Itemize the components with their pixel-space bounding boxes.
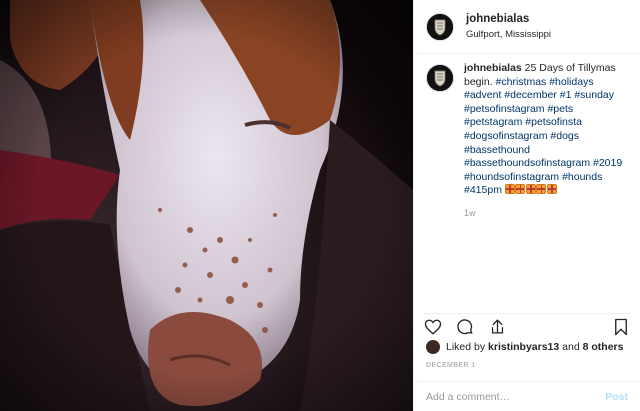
gift-icon [546, 184, 557, 195]
liker-avatar[interactable] [426, 340, 440, 354]
shield-logo-icon [427, 65, 453, 91]
likes-summary: Liked by kristinbyars13 and 8 others [426, 340, 623, 354]
header-username[interactable]: johnebialas [466, 13, 551, 27]
likes-others[interactable]: 8 others [583, 341, 624, 353]
bookmark-icon [615, 318, 627, 335]
likes-and: and [562, 341, 580, 353]
post-photo[interactable] [0, 0, 413, 411]
likes-user[interactable]: kristinbyars13 [488, 341, 559, 353]
heart-icon [424, 319, 442, 335]
caption-hashtags[interactable]: #christmas #holidays #advent #december #… [464, 76, 622, 197]
save-button[interactable] [610, 316, 632, 338]
gift-icon [536, 184, 547, 195]
gift-icon [525, 184, 536, 195]
comment-box: Post [414, 381, 640, 411]
caption-text-block: johnebialas 25 Days of Tillymas begin. #… [464, 62, 632, 198]
speech-bubble-icon [457, 318, 473, 334]
caption-avatar[interactable] [426, 64, 454, 92]
time-ago[interactable]: 1w [464, 208, 632, 218]
comments-area: johnebialas 25 Days of Tillymas begin. #… [426, 62, 632, 218]
post-comment-button[interactable]: Post [605, 391, 628, 403]
comment-button[interactable] [454, 316, 476, 338]
avatar[interactable] [426, 12, 454, 41]
caption-username[interactable]: johnebialas [464, 62, 522, 74]
post-date[interactable]: DECEMBER 1 [426, 362, 476, 369]
instagram-post: johnebialas Gulfport, Mississippi johneb… [0, 0, 640, 411]
header-meta: johnebialas Gulfport, Mississippi [466, 13, 551, 40]
post-sidebar: johnebialas Gulfport, Mississippi johneb… [413, 0, 640, 411]
shield-logo-icon [427, 13, 453, 40]
gift-icon [515, 184, 526, 195]
like-button[interactable] [422, 316, 444, 338]
caption-row: johnebialas 25 Days of Tillymas begin. #… [426, 62, 632, 198]
gift-emojis [504, 184, 558, 196]
likes-prefix: Liked by [446, 341, 486, 353]
paper-plane-icon [491, 319, 503, 334]
header-location[interactable]: Gulfport, Mississippi [466, 29, 551, 40]
gift-icon [504, 184, 515, 195]
comment-input[interactable] [426, 390, 606, 403]
dog-photo-image [0, 0, 413, 411]
post-header: johnebialas Gulfport, Mississippi [414, 0, 640, 54]
share-button[interactable] [486, 316, 508, 338]
action-bar [422, 313, 632, 339]
